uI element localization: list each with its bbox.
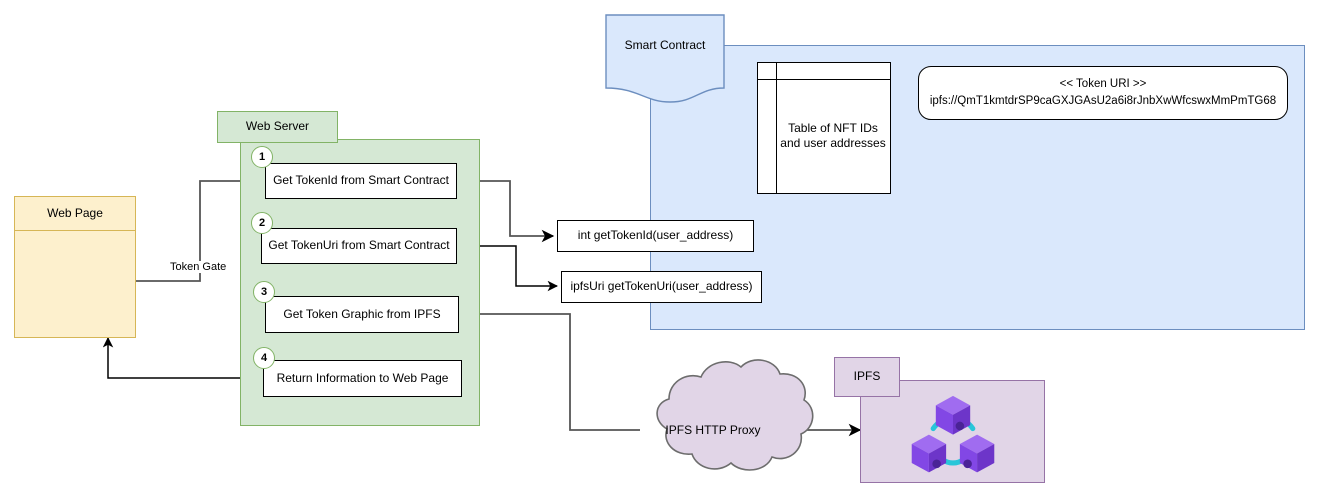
web-server-step-2[interactable]: Get TokenUri from Smart Contract: [261, 228, 457, 264]
ipfs-proxy-label: IPFS HTTP Proxy: [665, 423, 761, 438]
smart-contract-tab[interactable]: Smart Contract: [605, 14, 725, 106]
edge-label-token-gate: Token Gate: [168, 261, 229, 273]
smart-contract-tab-shape: [605, 14, 725, 103]
edge-step4-to-webpage: [102, 336, 262, 379]
step-badge-1: 1: [251, 146, 273, 168]
step-badge-3: 3: [253, 281, 275, 303]
token-uri-value: ipfs://QmT1kmtdrSP9caGXJGAsU2a6i8rJnbXwW…: [929, 95, 1277, 107]
step-badge-2: 2: [251, 212, 273, 234]
edge-step3-to-ipfs-proxy: [459, 313, 640, 431]
ipfs-logo-icon: [911, 395, 994, 472]
token-uri-heading: << Token URI >>: [1059, 78, 1147, 91]
token-uri-box[interactable]: << Token URI >> ipfs://QmT1kmtdrSP9caGXJ…: [918, 66, 1288, 120]
web-server-step-3[interactable]: Get Token Graphic from IPFS: [265, 296, 459, 333]
web-server-step-1[interactable]: Get TokenId from Smart Contract: [265, 163, 457, 199]
step-badge-4: 4: [253, 347, 275, 369]
nft-table-label: Table of NFT IDs and user addresses: [780, 120, 886, 150]
ipfs-title[interactable]: IPFS: [834, 357, 900, 397]
smart-contract-title: Smart Contract: [624, 38, 706, 52]
ipfs-proxy-label-wrap: IPFS HTTP Proxy: [628, 383, 798, 479]
web-server-step-4[interactable]: Return Information to Web Page: [263, 360, 462, 397]
function-box-get-token-uri[interactable]: ipfsUri getTokenUri(user_address): [561, 271, 762, 303]
function-box-get-token-id[interactable]: int getTokenId(user_address): [557, 220, 754, 252]
web-server-title[interactable]: Web Server: [217, 111, 338, 143]
web-page-node[interactable]: Web Page: [14, 196, 136, 338]
web-page-title: Web Page: [15, 197, 135, 231]
nft-table[interactable]: Table of NFT IDs and user addresses: [757, 62, 891, 194]
diagram-canvas: Web Page Token Gate Smart Contract Table…: [0, 0, 1318, 503]
